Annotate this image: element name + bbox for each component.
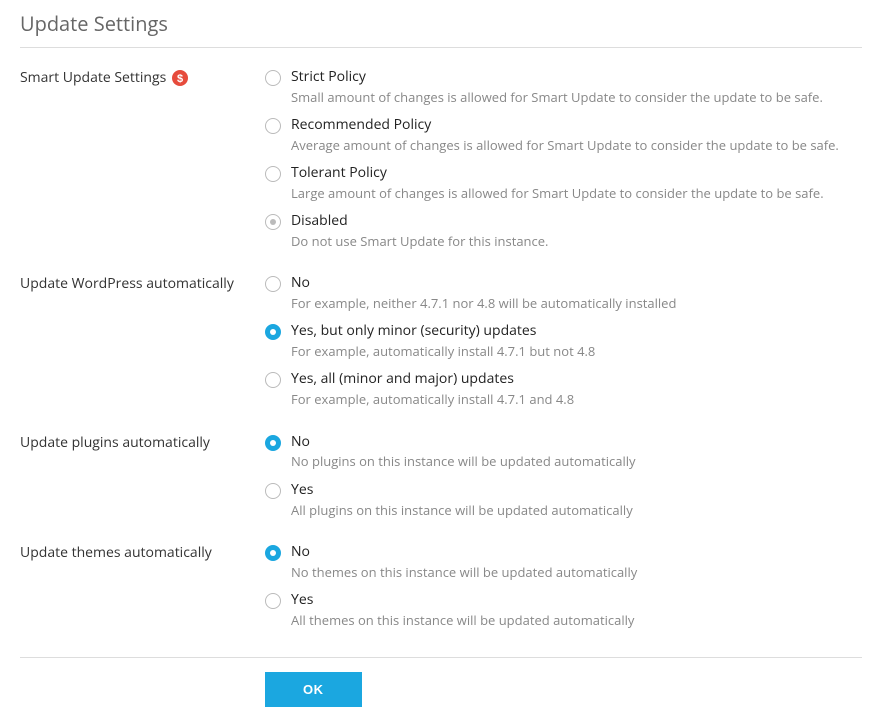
label-plugins: Update plugins automatically	[20, 433, 265, 452]
radio-desc: All themes on this instance will be upda…	[291, 611, 634, 629]
radio-label: No	[291, 433, 636, 452]
divider-bottom	[20, 657, 862, 658]
radio-smart-recommended[interactable]: Recommended Policy Average amount of cha…	[265, 116, 862, 154]
radio-desc: Do not use Smart Update for this instanc…	[291, 232, 548, 250]
radio-themes-yes[interactable]: Yes All themes on this instance will be …	[265, 591, 862, 629]
row-plugins: Update plugins automatically No No plugi…	[20, 433, 862, 529]
radio-wp-minor[interactable]: Yes, but only minor (security) updates F…	[265, 322, 862, 360]
ok-button[interactable]: OK	[265, 672, 362, 707]
radio-desc: Small amount of changes is allowed for S…	[291, 88, 823, 106]
options-smart-update: Strict Policy Small amount of changes is…	[265, 68, 862, 260]
radio-themes-no[interactable]: No No themes on this instance will be up…	[265, 543, 862, 581]
radio-plugins-no[interactable]: No No plugins on this instance will be u…	[265, 433, 862, 471]
radio-desc: Average amount of changes is allowed for…	[291, 136, 839, 154]
radio-smart-disabled[interactable]: Disabled Do not use Smart Update for thi…	[265, 212, 862, 250]
form-body: Smart Update Settings $ Strict Policy Sm…	[20, 68, 862, 639]
footer: OK	[20, 672, 862, 707]
label-wordpress: Update WordPress automatically	[20, 274, 265, 293]
radio-label: Yes	[291, 591, 634, 610]
options-plugins: No No plugins on this instance will be u…	[265, 433, 862, 529]
label-plugins-text: Update plugins automatically	[20, 433, 210, 452]
radio-icon	[265, 118, 281, 134]
divider-top	[20, 47, 862, 48]
radio-desc: No themes on this instance will be updat…	[291, 563, 637, 581]
radio-desc: For example, automatically install 4.7.1…	[291, 342, 595, 360]
radio-icon	[265, 435, 281, 451]
radio-desc: All plugins on this instance will be upd…	[291, 501, 633, 519]
radio-label: Tolerant Policy	[291, 164, 824, 183]
radio-icon	[265, 593, 281, 609]
options-wordpress: No For example, neither 4.7.1 nor 4.8 wi…	[265, 274, 862, 418]
radio-icon	[265, 372, 281, 388]
radio-label: Yes, but only minor (security) updates	[291, 322, 595, 341]
radio-wp-no[interactable]: No For example, neither 4.7.1 nor 4.8 wi…	[265, 274, 862, 312]
label-wordpress-text: Update WordPress automatically	[20, 274, 234, 293]
options-themes: No No themes on this instance will be up…	[265, 543, 862, 639]
label-smart-update: Smart Update Settings $	[20, 68, 265, 87]
radio-icon	[265, 214, 281, 230]
radio-desc: For example, neither 4.7.1 nor 4.8 will …	[291, 294, 676, 312]
page-title: Update Settings	[20, 10, 862, 47]
row-smart-update: Smart Update Settings $ Strict Policy Sm…	[20, 68, 862, 260]
radio-icon	[265, 483, 281, 499]
radio-desc: Large amount of changes is allowed for S…	[291, 184, 824, 202]
footer-spacer	[20, 672, 265, 707]
label-themes: Update themes automatically	[20, 543, 265, 562]
radio-icon	[265, 166, 281, 182]
radio-desc: For example, automatically install 4.7.1…	[291, 390, 574, 408]
radio-label: No	[291, 274, 676, 293]
radio-icon	[265, 545, 281, 561]
radio-desc: No plugins on this instance will be upda…	[291, 452, 636, 470]
label-smart-update-text: Smart Update Settings	[20, 68, 166, 87]
row-wordpress: Update WordPress automatically No For ex…	[20, 274, 862, 418]
row-themes: Update themes automatically No No themes…	[20, 543, 862, 639]
label-themes-text: Update themes automatically	[20, 543, 212, 562]
radio-label: Recommended Policy	[291, 116, 839, 135]
dollar-icon: $	[172, 70, 188, 86]
radio-icon	[265, 70, 281, 86]
radio-icon	[265, 276, 281, 292]
radio-label: No	[291, 543, 637, 562]
radio-label: Yes	[291, 481, 633, 500]
radio-label: Yes, all (minor and major) updates	[291, 370, 574, 389]
radio-wp-all[interactable]: Yes, all (minor and major) updates For e…	[265, 370, 862, 408]
svg-text:$: $	[177, 73, 183, 85]
radio-label: Strict Policy	[291, 68, 823, 87]
radio-plugins-yes[interactable]: Yes All plugins on this instance will be…	[265, 481, 862, 519]
radio-icon	[265, 324, 281, 340]
radio-smart-strict[interactable]: Strict Policy Small amount of changes is…	[265, 68, 862, 106]
radio-label: Disabled	[291, 212, 548, 231]
radio-smart-tolerant[interactable]: Tolerant Policy Large amount of changes …	[265, 164, 862, 202]
